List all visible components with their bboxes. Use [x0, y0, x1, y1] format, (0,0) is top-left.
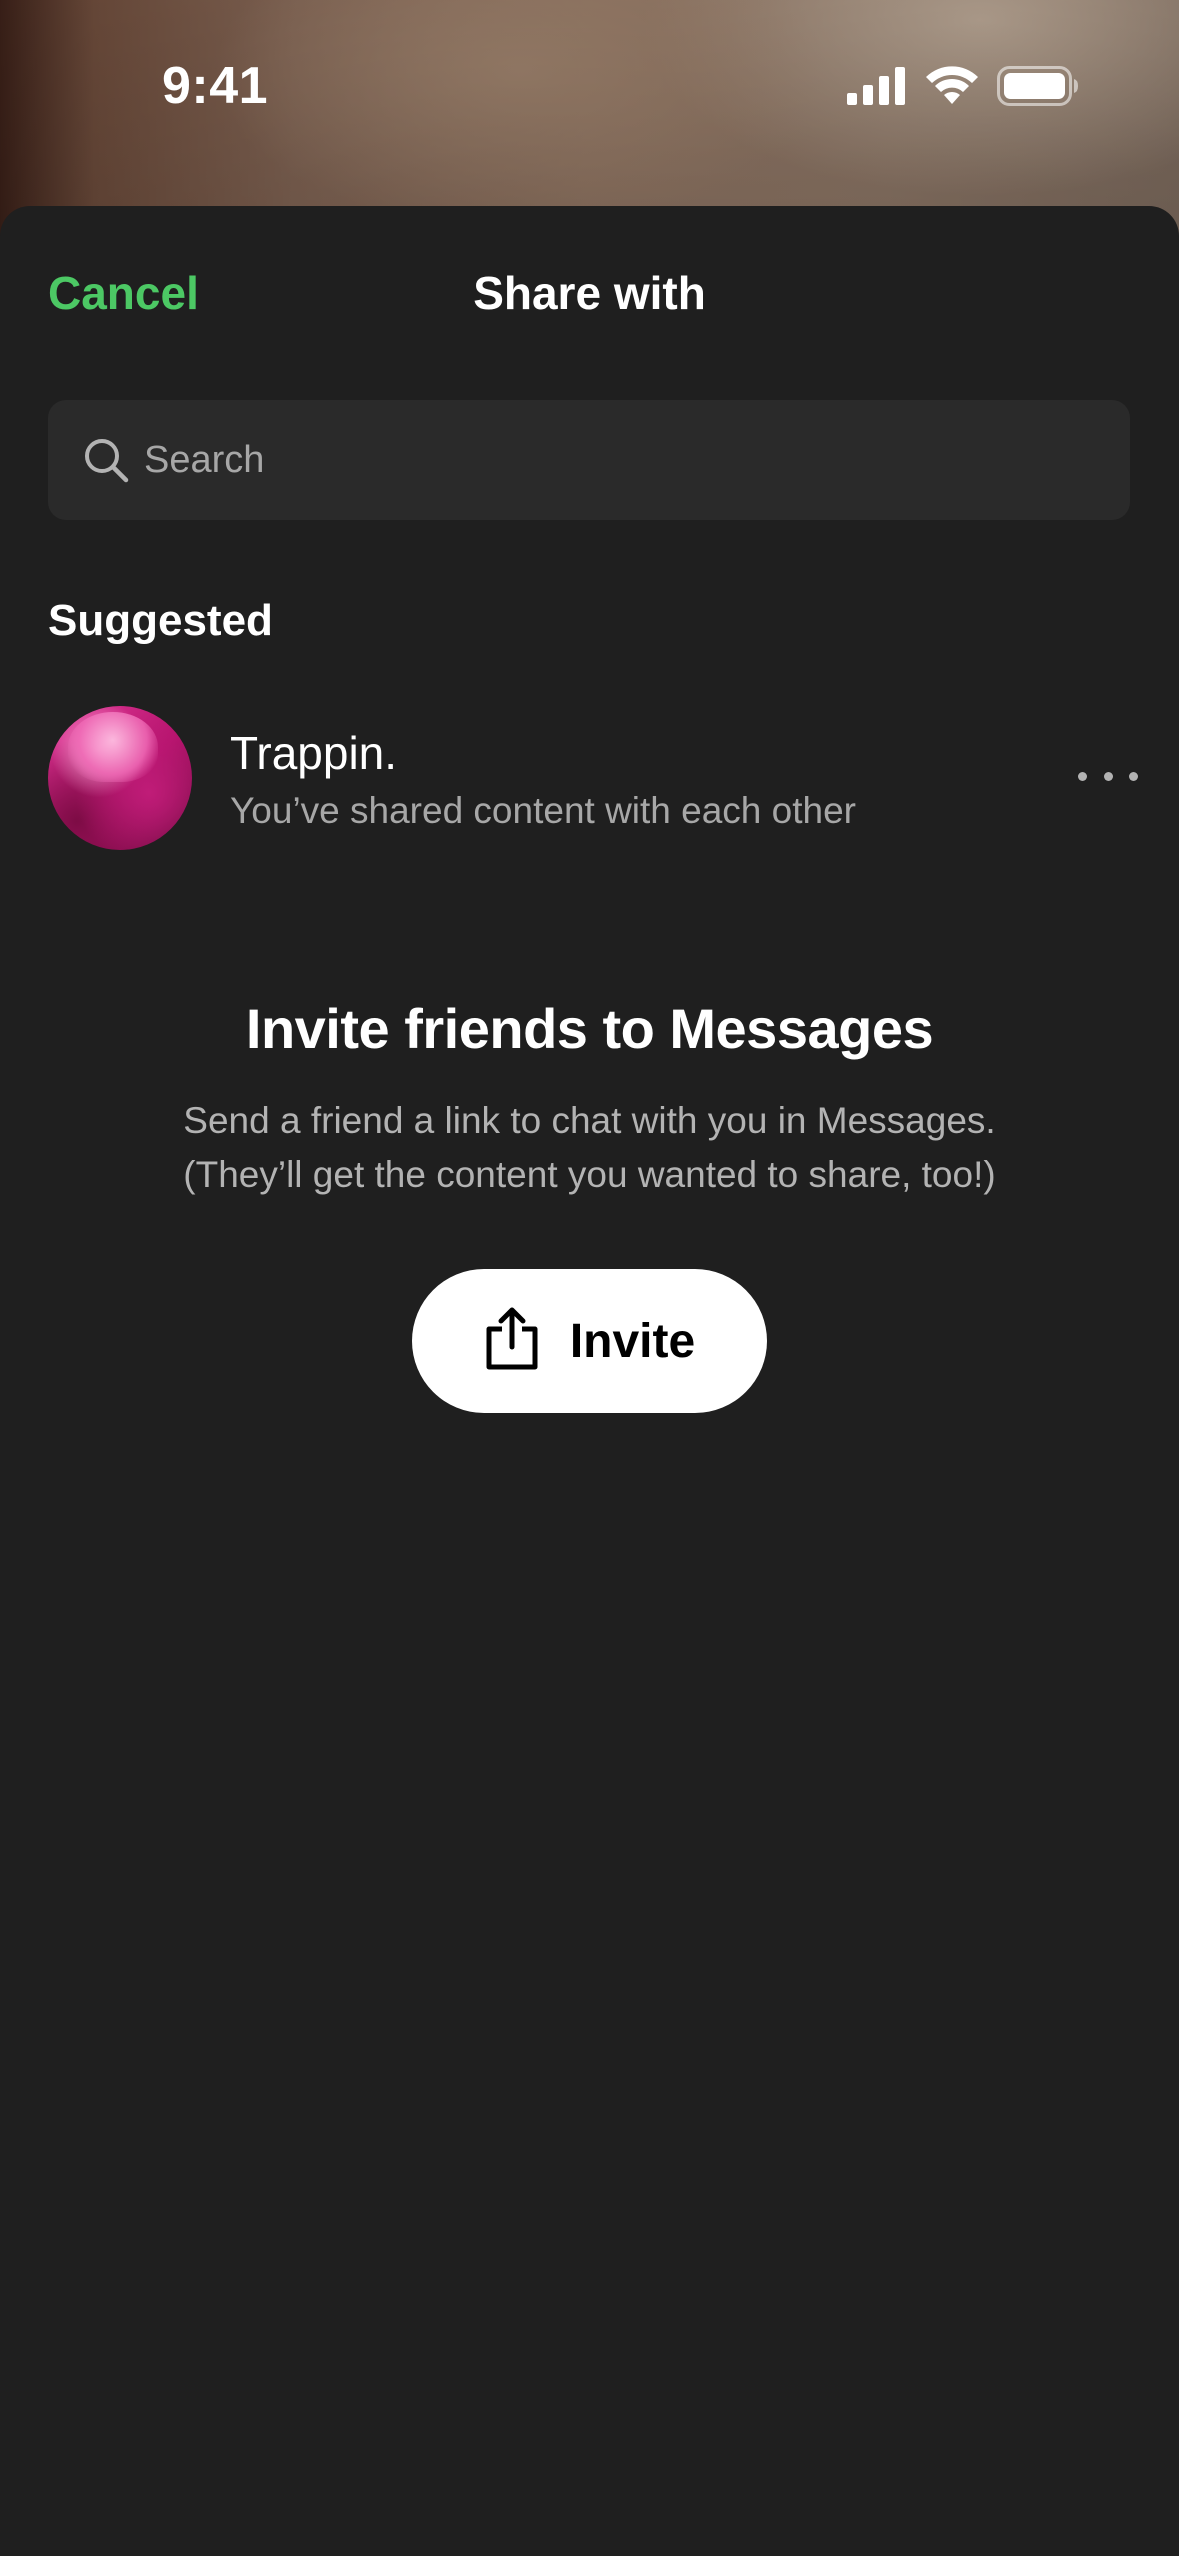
status-time: 9:41	[162, 57, 269, 115]
invite-button-label: Invite	[569, 1314, 696, 1368]
status-icons	[847, 66, 1079, 111]
invite-button[interactable]: Invite	[412, 1269, 767, 1413]
wifi-icon	[925, 66, 979, 111]
share-icon	[484, 1307, 540, 1376]
invite-description-line-1: Send a friend a link to chat with you in…	[183, 1100, 996, 1141]
invite-description: Send a friend a link to chat with you in…	[0, 1094, 1179, 1202]
battery-icon	[997, 66, 1079, 111]
search-bar[interactable]	[48, 400, 1130, 520]
search-icon	[82, 436, 130, 484]
cancel-button[interactable]: Cancel	[48, 266, 199, 320]
cellular-signal-icon	[847, 67, 907, 110]
suggested-heading: Suggested	[48, 596, 273, 645]
invite-description-line-2: (They’ll get the content you wanted to s…	[183, 1154, 996, 1195]
more-options-icon[interactable]	[1078, 756, 1138, 796]
avatar	[48, 706, 192, 850]
search-input[interactable]	[142, 419, 1106, 501]
status-bar: 9:41	[0, 0, 1179, 175]
share-sheet: Share with Cancel Suggested Trappin. You…	[0, 206, 1179, 2556]
contact-subtitle: You’ve shared content with each other	[230, 790, 857, 831]
invite-title: Invite friends to Messages	[245, 997, 934, 1060]
list-item-contact[interactable]: Trappin. You’ve shared content with each…	[48, 706, 1148, 856]
contact-name: Trappin.	[230, 727, 398, 779]
